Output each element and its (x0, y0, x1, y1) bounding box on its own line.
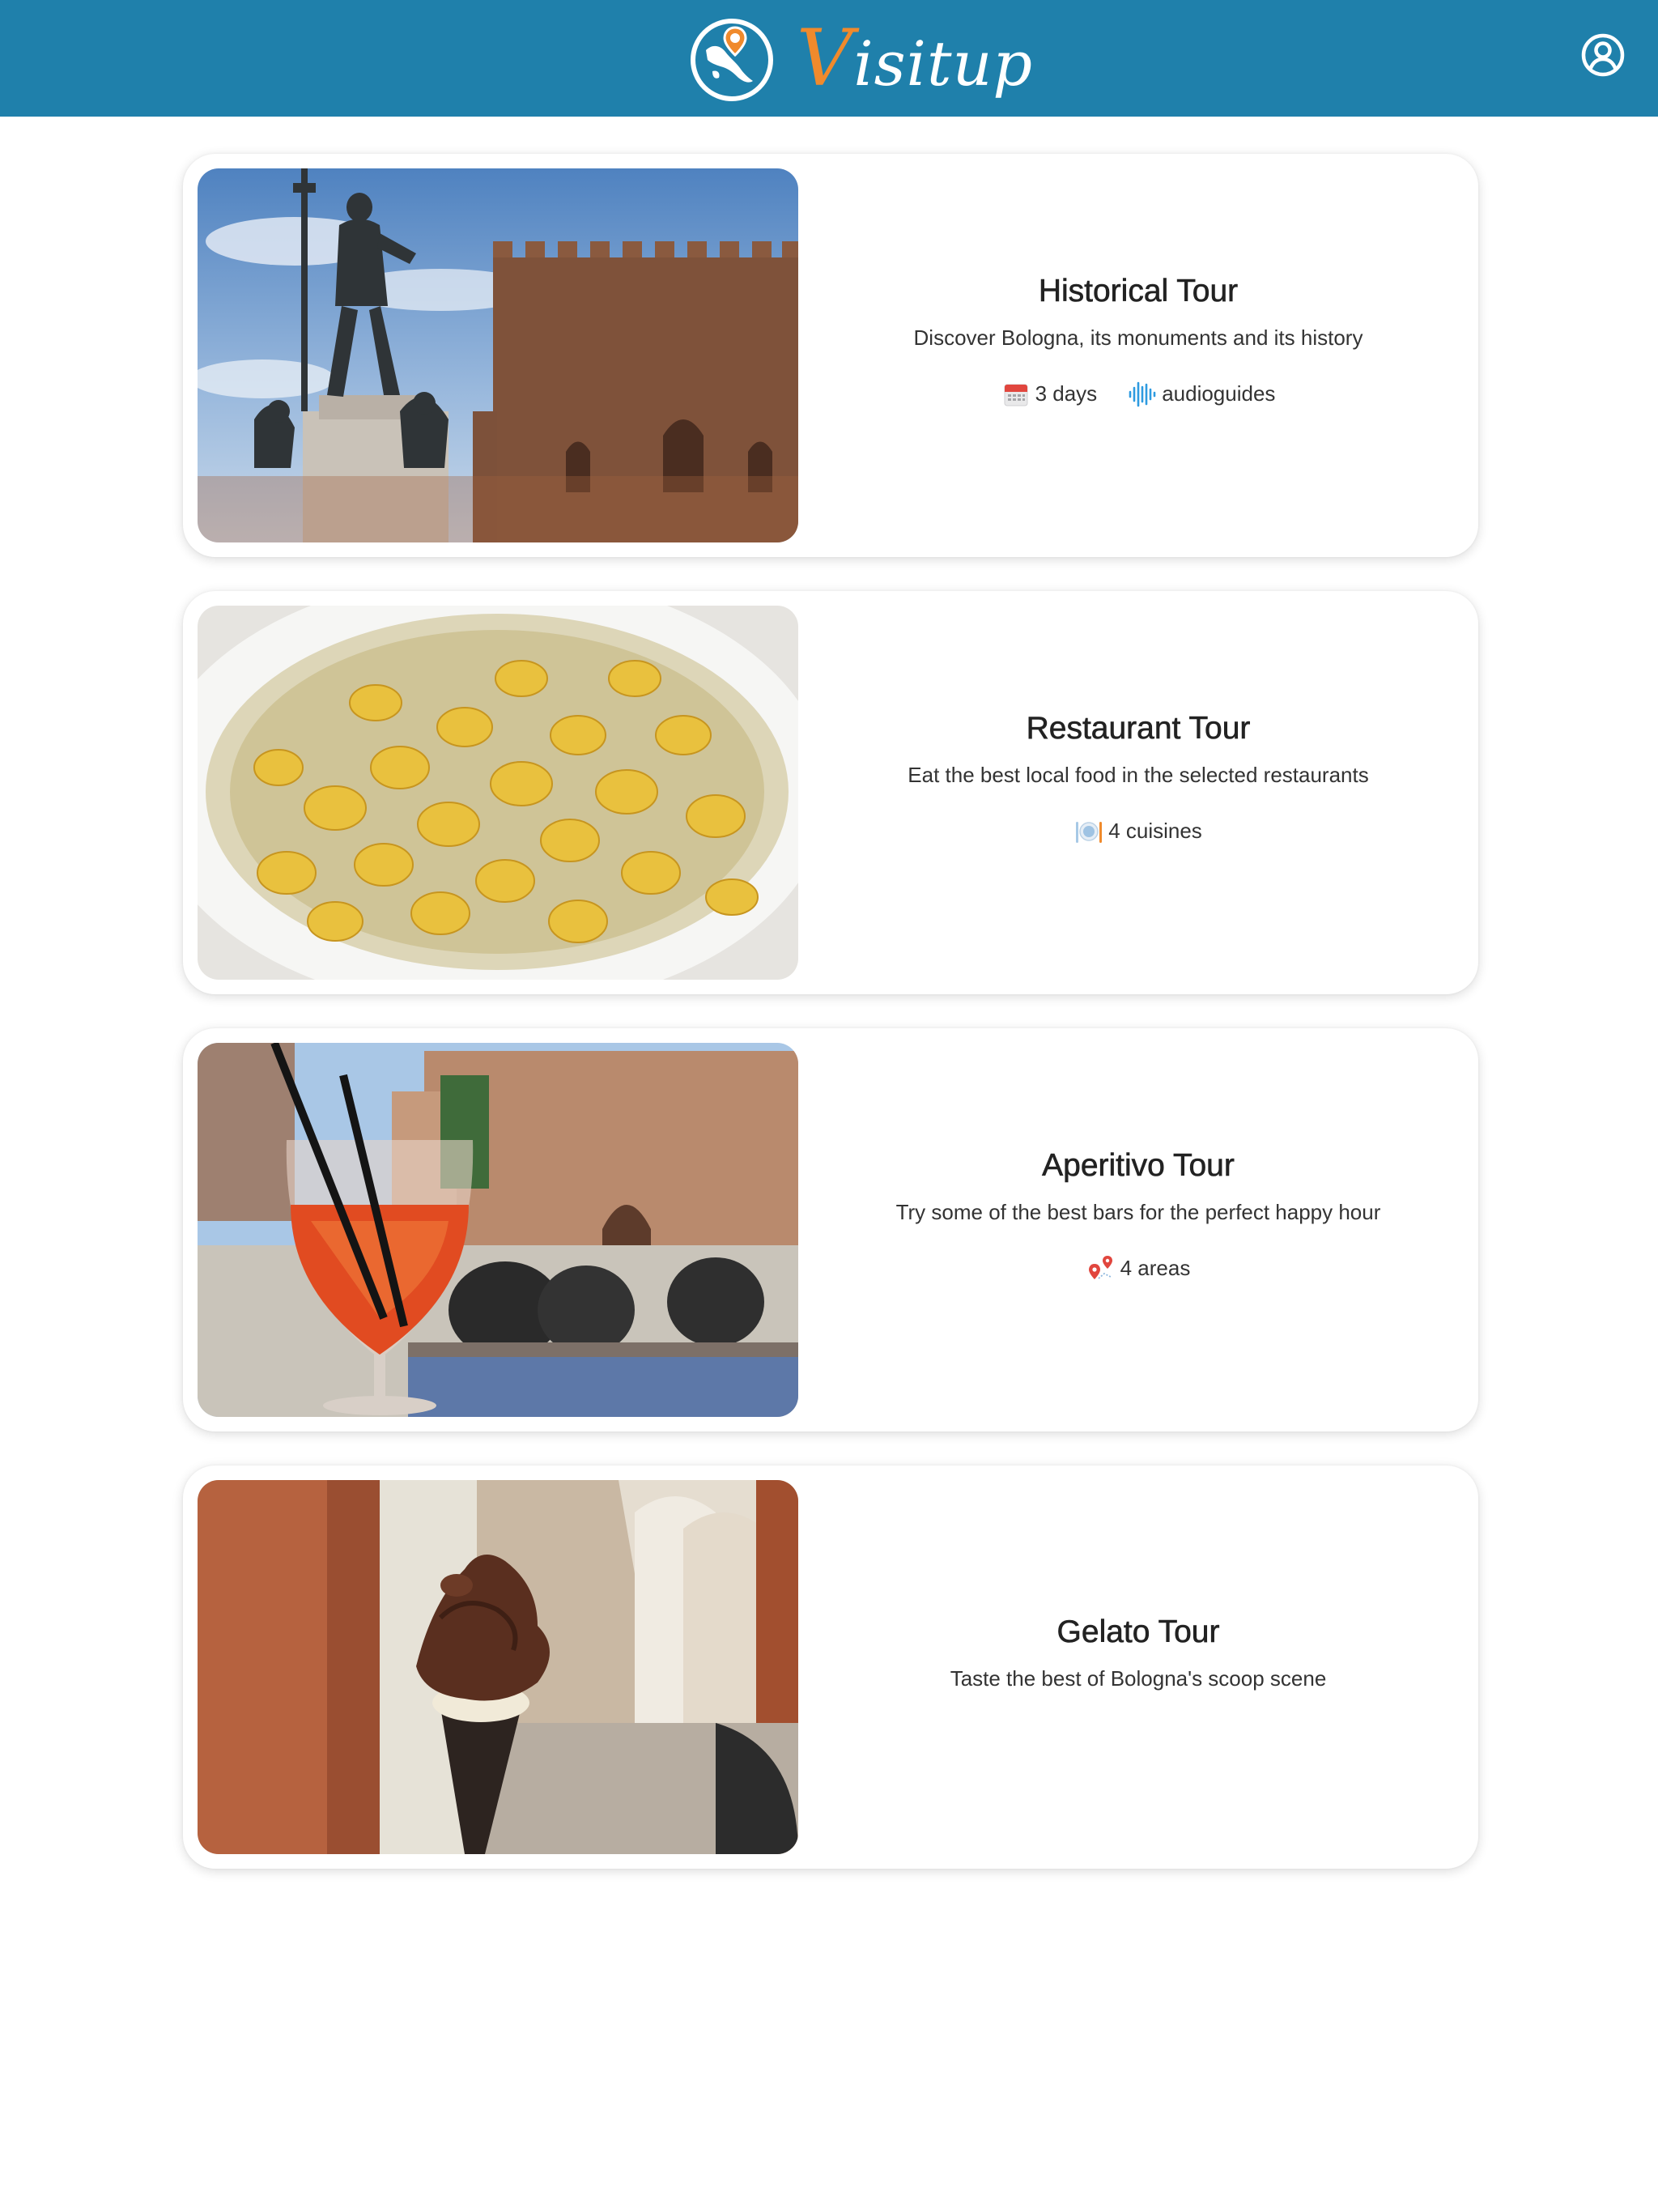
tour-card-content: Gelato Tour Taste the best of Bologna's … (798, 1465, 1478, 1869)
meta-label: 3 days (1035, 381, 1098, 406)
tour-card-content: Aperitivo Tour Try some of the best bars… (798, 1028, 1478, 1431)
plate-cutlery-icon (1076, 821, 1103, 843)
audio-wave-icon (1129, 381, 1156, 406)
tour-description: Discover Bologna, its monuments and its … (913, 325, 1363, 350)
tour-card-content: Historical Tour Discover Bologna, its mo… (798, 154, 1478, 557)
tour-title: Gelato Tour (1056, 1614, 1220, 1649)
tour-card-restaurant[interactable]: Restaurant Tour Eat the best local food … (183, 591, 1478, 994)
spritz-photo (198, 1043, 798, 1417)
tour-card-aperitivo[interactable]: Aperitivo Tour Try some of the best bars… (183, 1028, 1478, 1431)
tour-card-content: Restaurant Tour Eat the best local food … (798, 591, 1478, 994)
tour-meta: 4 areas (1086, 1254, 1191, 1283)
brand-name-initial: V (797, 13, 854, 104)
tour-description: Eat the best local food in the selected … (908, 762, 1369, 787)
app-header: V isitup (0, 0, 1658, 117)
meta-audio: audioguides (1128, 380, 1275, 409)
gelato-photo (198, 1480, 798, 1854)
meta-areas: 4 areas (1086, 1254, 1191, 1283)
tour-meta: 4 cuisines (1074, 817, 1202, 846)
tour-title: Historical Tour (1038, 273, 1239, 308)
meta-label: 4 areas (1120, 1256, 1191, 1280)
map-pins-icon (1088, 1255, 1112, 1279)
visitup-logo[interactable]: V isitup (688, 15, 1033, 102)
meta-cuisines: 4 cuisines (1074, 817, 1202, 846)
tour-title: Aperitivo Tour (1042, 1147, 1235, 1183)
account-circle-icon[interactable] (1580, 32, 1626, 78)
tour-card-historical[interactable]: Historical Tour Discover Bologna, its mo… (183, 154, 1478, 557)
tour-description: Taste the best of Bologna's scoop scene (950, 1665, 1327, 1691)
meta-label: audioguides (1162, 381, 1276, 406)
brand-name: V isitup (797, 19, 1033, 97)
neptune-statue-photo (198, 168, 798, 542)
globe-italy-icon (691, 19, 773, 101)
meta-label: 4 cuisines (1108, 819, 1202, 843)
brand-name-rest: isitup (853, 28, 1034, 100)
meta-duration: 3 days (1001, 380, 1098, 409)
tour-meta: 3 days audioguides (1001, 380, 1275, 409)
tour-title: Restaurant Tour (1026, 710, 1251, 746)
tour-card-gelato[interactable]: Gelato Tour Taste the best of Bologna's … (183, 1465, 1478, 1869)
calendar-icon (1004, 384, 1028, 406)
tour-list: Historical Tour Discover Bologna, its mo… (183, 154, 1478, 1903)
tortellini-photo (198, 606, 798, 980)
tour-description: Try some of the best bars for the perfec… (895, 1199, 1381, 1224)
